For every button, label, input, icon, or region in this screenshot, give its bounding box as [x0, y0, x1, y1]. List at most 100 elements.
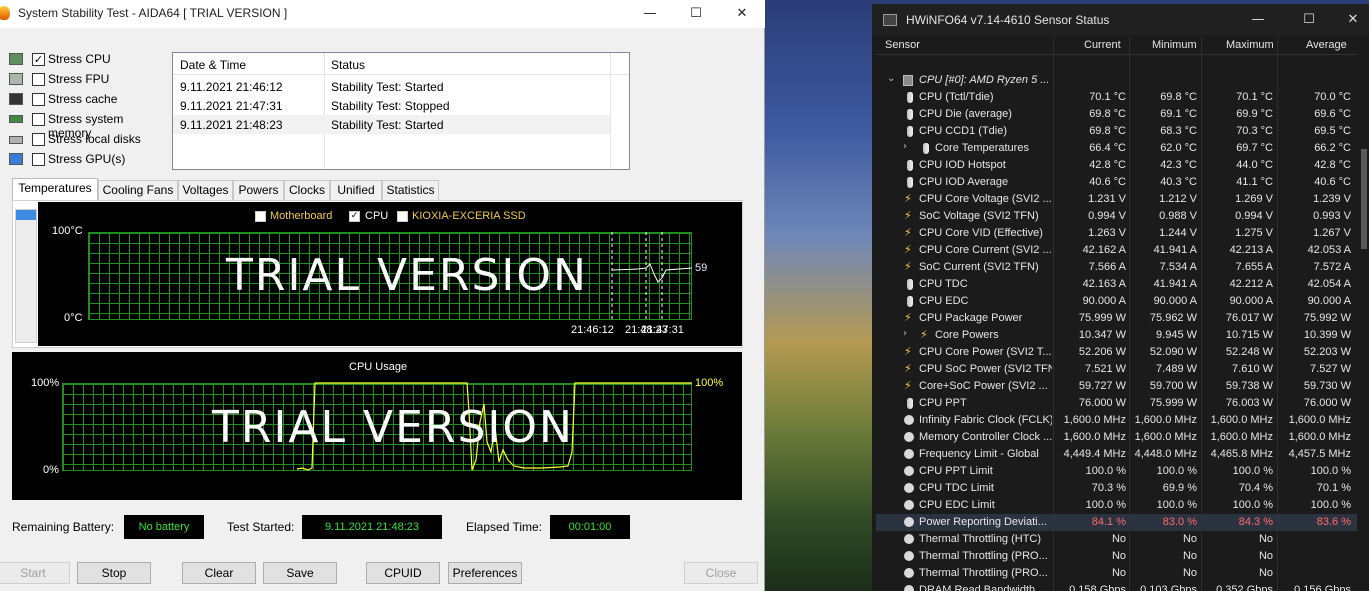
stop-button[interactable]: Stop — [77, 562, 151, 584]
graph-scroll-bar[interactable] — [15, 209, 37, 343]
col-maximum[interactable]: Maximum — [1226, 39, 1274, 51]
tab-clocks[interactable]: Clocks — [284, 180, 330, 200]
scroll-thumb[interactable] — [16, 210, 36, 220]
expand-chevron-icon[interactable]: › — [903, 328, 907, 339]
sensor-row[interactable]: DRAM Read Bandwidth 0.158 Gbps 0.103 Gbps 0… — [876, 582, 1357, 591]
stress-cache-option[interactable]: Stress cache — [9, 91, 169, 109]
save-button[interactable]: Save — [263, 562, 337, 584]
stress-fpu-option[interactable]: Stress FPU — [9, 71, 169, 89]
sensor-row[interactable]: ⚡ CPU Core Voltage (SVI2 ... 1.231 V 1.212 … — [876, 191, 1357, 208]
sensor-row[interactable]: › Core Temperatures 66.4 °C 62.0 °C 69.7 °C 6… — [876, 140, 1357, 157]
sensor-row[interactable]: CPU TDC 42.163 A 41.941 A 42.212 A 42.054 A — [876, 276, 1357, 293]
stress-disks-option[interactable]: Stress local disks — [9, 131, 169, 149]
stress-cpu-option[interactable]: ✓ Stress CPU — [9, 51, 169, 69]
sensor-row[interactable]: Thermal Throttling (PRO... No No No — [876, 565, 1357, 582]
sensor-row[interactable]: Power Reporting Deviati... 84.1 % 83.0 % 84… — [876, 514, 1357, 531]
sensor-cur-value: 52.206 W — [1078, 346, 1126, 358]
sensor-row[interactable]: ⚡ SoC Current (SVI2 TFN) 7.566 A 7.534 A 7.6… — [876, 259, 1357, 276]
sensor-row[interactable]: Infinity Fabric Clock (FCLK) 1,600.0 MHz 1… — [876, 412, 1357, 429]
tab-statistics[interactable]: Statistics — [382, 180, 439, 200]
tab-unified[interactable]: Unified — [330, 180, 382, 200]
sensor-row[interactable]: CPU Die (average) 69.8 °C 69.1 °C 69.9 °C 69… — [876, 106, 1357, 123]
stress-gpu-checkbox[interactable] — [32, 153, 45, 166]
stress-gpu-option[interactable]: Stress GPU(s) — [9, 151, 169, 169]
aida64-titlebar: System Stability Test - AIDA64 [ TRIAL V… — [0, 0, 765, 28]
thermometer-icon — [907, 296, 913, 307]
sensor-row[interactable]: › ⚡ Core Powers 10.347 W 9.945 W 10.715 W 10.3… — [876, 327, 1357, 344]
sensor-scrollbar[interactable] — [1359, 37, 1369, 591]
sensor-row[interactable]: Thermal Throttling (PRO... No No No — [876, 548, 1357, 565]
stress-fpu-checkbox[interactable] — [32, 73, 45, 86]
sensor-cur-value: 7.521 W — [1085, 363, 1126, 375]
sensor-row[interactable]: ⚡ Core+SoC Power (SVI2 ... 59.727 W 59.700 … — [876, 378, 1357, 395]
col-sensor[interactable]: Sensor — [885, 39, 920, 51]
sensor-row[interactable]: ⚡ CPU Package Power 75.999 W 75.962 W 76.017… — [876, 310, 1357, 327]
stress-memory-option[interactable]: Stress system memory — [9, 111, 169, 140]
sensor-row[interactable]: CPU (Tctl/Tdie) 70.1 °C 69.8 °C 70.1 °C 70.0… — [876, 89, 1357, 106]
sensor-name: CPU (Tctl/Tdie) — [919, 91, 994, 103]
hwinfo-close-button[interactable]: ✕ — [1330, 8, 1369, 32]
sensor-row[interactable]: ⚡ CPU Core Power (SVI2 T... 52.206 W 52.090… — [876, 344, 1357, 361]
sensor-row[interactable]: ⚡ CPU Core VID (Effective) 1.263 V 1.244 V 1… — [876, 225, 1357, 242]
preferences-button[interactable]: Preferences — [448, 562, 522, 584]
minimize-button[interactable]: — — [627, 2, 673, 26]
sensor-row[interactable]: ⚡ SoC Voltage (SVI2 TFN) 0.994 V 0.988 V 0.9… — [876, 208, 1357, 225]
sensor-row[interactable]: CPU CCD1 (Tdie) 69.8 °C 68.3 °C 70.3 °C 69.5… — [876, 123, 1357, 140]
sensor-name: Thermal Throttling (PRO... — [919, 567, 1048, 579]
scroll-thumb[interactable] — [1361, 149, 1367, 249]
sensor-row[interactable]: CPU IOD Hotspot 42.8 °C 42.3 °C 44.0 °C 42.8… — [876, 157, 1357, 174]
collapse-chevron-icon[interactable]: ⌄ — [887, 73, 895, 84]
sensor-cur-value: 90.000 A — [1082, 295, 1126, 307]
log-row[interactable]: 9.11.2021 21:48:23 Stability Test: Start… — [173, 115, 610, 134]
sensor-avg-value: 42.053 A — [1307, 244, 1351, 256]
col-average[interactable]: Average — [1306, 39, 1347, 51]
cpuid-button[interactable]: CPUID — [366, 562, 440, 584]
sensor-name: Thermal Throttling (HTC) — [919, 533, 1042, 545]
sensor-avg-value: 42.054 A — [1307, 278, 1351, 290]
hwinfo-app-icon — [883, 14, 897, 26]
stress-cpu-checkbox[interactable]: ✓ — [32, 53, 45, 66]
sensor-row[interactable]: CPU IOD Average 40.6 °C 40.3 °C 41.1 °C 40.6… — [876, 174, 1357, 191]
expand-chevron-icon[interactable]: › — [903, 141, 907, 152]
sensor-row[interactable]: Memory Controller Clock ... 1,600.0 MHz 1,… — [876, 429, 1357, 446]
sensor-row[interactable]: ⚡ CPU Core Current (SVI2 ... 42.162 A 41.94… — [876, 242, 1357, 259]
log-row[interactable]: 9.11.2021 21:46:12 Stability Test: Start… — [173, 77, 610, 96]
sensor-max-value: 100.0 % — [1232, 499, 1273, 511]
log-header: Date & Time Status — [173, 53, 629, 75]
tab-voltages[interactable]: Voltages — [178, 180, 233, 200]
sensor-cur-value: 0.994 V — [1088, 210, 1126, 222]
tab-powers[interactable]: Powers — [233, 180, 284, 200]
log-col-date[interactable]: Date & Time — [180, 58, 246, 72]
sensor-row[interactable]: CPU PPT 76.000 W 75.999 W 76.003 W 76.000 W — [876, 395, 1357, 412]
stress-cache-checkbox[interactable] — [32, 93, 45, 106]
col-current[interactable]: Current — [1084, 39, 1121, 51]
stress-disks-checkbox[interactable] — [32, 133, 45, 146]
stress-memory-checkbox[interactable] — [32, 113, 45, 126]
tab-temperatures[interactable]: Temperatures — [12, 178, 98, 201]
clock-icon — [904, 517, 914, 527]
clear-button[interactable]: Clear — [182, 562, 256, 584]
tab-cooling-fans[interactable]: Cooling Fans — [98, 180, 178, 200]
log-col-status[interactable]: Status — [331, 58, 365, 72]
start-button[interactable]: Start — [0, 562, 70, 584]
status-log-list[interactable]: Date & Time Status 9.11.2021 21:46:12 St… — [172, 52, 630, 170]
log-row[interactable]: 9.11.2021 21:47:31 Stability Test: Stopp… — [173, 96, 610, 115]
maximize-button[interactable]: ☐ — [673, 2, 719, 26]
sensor-group-row[interactable]: ⌄ CPU [#0]: AMD Ryzen 5 ... — [876, 72, 1357, 89]
sensor-row[interactable]: Thermal Throttling (HTC) No No No — [876, 531, 1357, 548]
col-minimum[interactable]: Minimum — [1152, 39, 1197, 51]
sensor-row[interactable]: ⚡ CPU SoC Power (SVI2 TFN) 7.521 W 7.489 W 7… — [876, 361, 1357, 378]
sensor-name: Power Reporting Deviati... — [919, 516, 1047, 528]
sensor-row[interactable]: CPU TDC Limit 70.3 % 69.9 % 70.4 % 70.1 % — [876, 480, 1357, 497]
hwinfo-maximize-button[interactable]: ☐ — [1286, 8, 1332, 32]
close-button[interactable]: Close — [684, 562, 758, 584]
sensor-row[interactable]: Frequency Limit - Global 4,449.4 MHz 4,448… — [876, 446, 1357, 463]
sensor-row[interactable]: CPU EDC Limit 100.0 % 100.0 % 100.0 % 100.0 … — [876, 497, 1357, 514]
sensor-cur-value: 84.1 % — [1091, 516, 1126, 528]
sensor-row[interactable]: CPU EDC 90.000 A 90.000 A 90.000 A 90.000 A — [876, 293, 1357, 310]
hwinfo-minimize-button[interactable]: — — [1235, 8, 1281, 32]
clock-icon — [904, 449, 914, 459]
close-window-button[interactable]: ✕ — [719, 2, 765, 26]
sensor-row[interactable]: CPU PPT Limit 100.0 % 100.0 % 100.0 % 100.0 … — [876, 463, 1357, 480]
sensor-name: CPU Package Power — [919, 312, 1023, 324]
